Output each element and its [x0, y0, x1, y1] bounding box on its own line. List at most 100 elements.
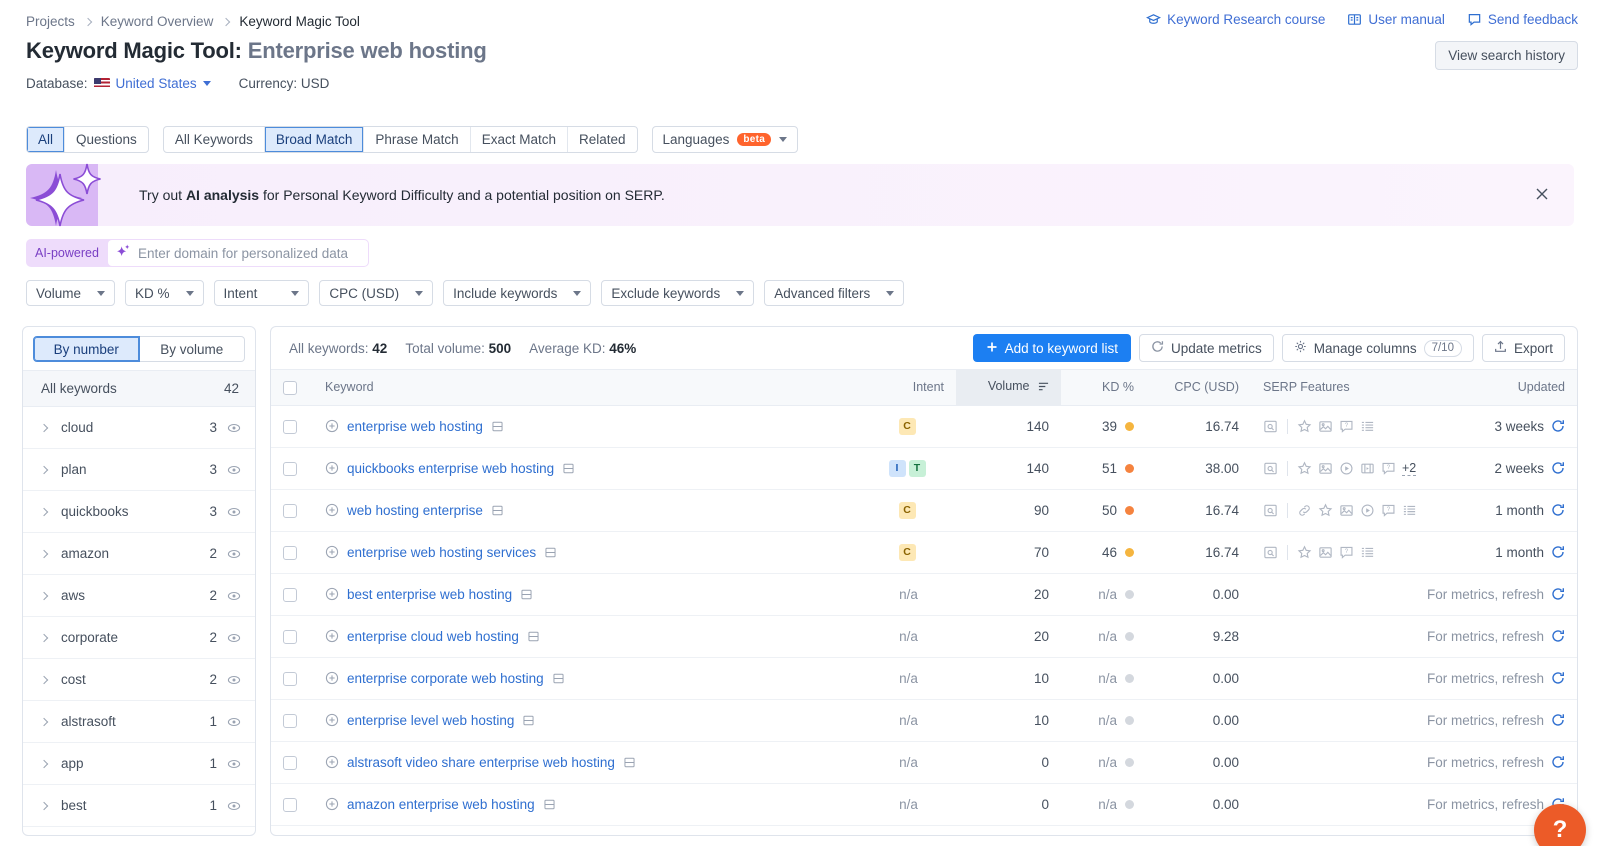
tab-phrase-match[interactable]: Phrase Match — [364, 127, 471, 152]
keyword-link[interactable]: enterprise cloud web hosting — [347, 629, 519, 644]
tab-exact-match[interactable]: Exact Match — [471, 127, 568, 152]
image-icon[interactable] — [1318, 461, 1333, 476]
sidebar-item-cloud[interactable]: cloud 3 — [23, 407, 255, 449]
refresh-icon[interactable] — [1551, 545, 1565, 559]
table-row[interactable]: amazon enterprise web hosting n/a 0 n/a 0.00… — [271, 783, 1577, 826]
keyword-serp-icon[interactable] — [543, 798, 556, 811]
help-button[interactable]: ? — [1534, 804, 1586, 846]
video-icon[interactable] — [1339, 461, 1354, 476]
table-row[interactable]: alstrasoft video share enterprise web ho… — [271, 741, 1577, 784]
row-checkbox[interactable] — [283, 503, 297, 518]
table-row[interactable]: enterprise cloud web hosting n/a 20 n/a 9.28… — [271, 615, 1577, 658]
intent-badge-I[interactable]: I — [888, 459, 906, 477]
select-all-checkbox[interactable] — [283, 380, 297, 395]
chevron-right-icon[interactable] — [39, 759, 49, 768]
link-icon[interactable] — [1297, 503, 1312, 518]
star-icon[interactable] — [1297, 544, 1312, 560]
breadcrumb-item-projects[interactable]: Projects — [26, 14, 75, 29]
row-checkbox[interactable] — [283, 419, 297, 434]
column-cpc[interactable]: CPC (USD) — [1146, 370, 1251, 406]
row-checkbox[interactable] — [283, 713, 297, 728]
add-keyword-icon[interactable] — [325, 545, 339, 559]
star-icon[interactable] — [1318, 502, 1333, 518]
filter-include-keywords[interactable]: Include keywords — [443, 280, 592, 306]
send-feedback-link[interactable]: Send feedback — [1467, 12, 1578, 27]
eye-icon[interactable] — [227, 757, 241, 771]
keyword-link[interactable]: quickbooks enterprise web hosting — [347, 461, 554, 476]
chevron-right-icon[interactable] — [39, 507, 49, 516]
table-row[interactable]: enterprise corporate web hosting n/a 10 n/a… — [271, 657, 1577, 700]
refresh-icon[interactable] — [1551, 713, 1565, 727]
row-checkbox[interactable] — [283, 545, 297, 560]
faq-icon[interactable]: ? — [1381, 461, 1396, 476]
sidebar-item-app[interactable]: app 1 — [23, 743, 255, 785]
eye-icon[interactable] — [227, 547, 241, 561]
eye-icon[interactable] — [227, 799, 241, 813]
keyword-serp-icon[interactable] — [623, 756, 636, 769]
sidebar-item-aws[interactable]: aws 2 — [23, 575, 255, 617]
keyword-serp-icon[interactable] — [562, 462, 575, 475]
faq-icon[interactable]: ? — [1339, 419, 1354, 434]
tab-all[interactable]: All — [27, 127, 66, 152]
table-row[interactable]: best enterprise web hosting n/a 20 n/a 0.00 F… — [271, 573, 1577, 616]
image-icon[interactable] — [1339, 503, 1354, 518]
video-icon[interactable] — [1360, 503, 1375, 518]
keyword-serp-icon[interactable] — [527, 630, 540, 643]
chevron-right-icon[interactable] — [39, 717, 49, 726]
intent-badge-T[interactable]: T — [908, 459, 926, 477]
table-row[interactable]: web hosting enterprise C 90 50 16.74? 1 month — [271, 489, 1577, 532]
column-serp-features[interactable]: SERP Features — [1251, 370, 1466, 406]
search-preview-icon[interactable] — [1263, 503, 1278, 518]
breadcrumb-item-keyword-overview[interactable]: Keyword Overview — [101, 14, 214, 29]
intent-badge-C[interactable]: C — [898, 543, 916, 561]
list-icon[interactable] — [1360, 545, 1375, 560]
chevron-right-icon[interactable] — [39, 423, 49, 432]
chevron-right-icon[interactable] — [39, 675, 49, 684]
tab-questions[interactable]: Questions — [65, 127, 148, 152]
add-keyword-icon[interactable] — [325, 671, 339, 685]
database-selector[interactable]: Database: United States — [26, 76, 211, 91]
toggle-by-volume[interactable]: By volume — [139, 336, 245, 362]
tab-all-keywords[interactable]: All Keywords — [164, 127, 265, 152]
user-manual-link[interactable]: User manual — [1347, 12, 1445, 27]
refresh-icon[interactable] — [1551, 419, 1565, 433]
star-icon[interactable] — [1297, 460, 1312, 476]
chevron-right-icon[interactable] — [39, 465, 49, 474]
filter-intent[interactable]: Intent — [213, 280, 310, 306]
row-checkbox[interactable] — [283, 461, 297, 476]
row-checkbox[interactable] — [283, 629, 297, 644]
export-button[interactable]: Export — [1481, 334, 1565, 362]
sidebar-item-cost[interactable]: cost 2 — [23, 659, 255, 701]
filter-advanced[interactable]: Advanced filters — [764, 280, 905, 306]
keyword-serp-icon[interactable] — [522, 714, 535, 727]
view-search-history-button[interactable]: View search history — [1435, 41, 1578, 70]
keyword-serp-icon[interactable] — [491, 504, 504, 517]
refresh-icon[interactable] — [1551, 629, 1565, 643]
column-kd[interactable]: KD % — [1061, 370, 1146, 406]
intent-badge-C[interactable]: C — [898, 417, 916, 435]
tab-broad-match[interactable]: Broad Match — [264, 127, 365, 152]
image-icon[interactable] — [1318, 545, 1333, 560]
eye-icon[interactable] — [227, 715, 241, 729]
add-keyword-icon[interactable] — [325, 713, 339, 727]
refresh-icon[interactable] — [1551, 503, 1565, 517]
search-preview-icon[interactable] — [1263, 461, 1278, 476]
keyword-link[interactable]: alstrasoft video share enterprise web ho… — [347, 755, 615, 770]
eye-icon[interactable] — [227, 421, 241, 435]
refresh-icon[interactable] — [1551, 461, 1565, 475]
keyword-link[interactable]: enterprise web hosting services — [347, 545, 536, 560]
add-keyword-icon[interactable] — [325, 797, 339, 811]
languages-dropdown[interactable]: Languages beta — [651, 126, 799, 153]
table-row[interactable]: quickbooks enterprise web hosting I T 140 51… — [271, 447, 1577, 490]
add-keyword-icon[interactable] — [325, 629, 339, 643]
sidebar-item-amazon[interactable]: amazon 2 — [23, 533, 255, 575]
close-icon[interactable] — [1534, 186, 1552, 204]
faq-icon[interactable]: ? — [1381, 503, 1396, 518]
list-icon[interactable] — [1402, 503, 1417, 518]
eye-icon[interactable] — [227, 673, 241, 687]
eye-icon[interactable] — [227, 589, 241, 603]
search-preview-icon[interactable] — [1263, 545, 1278, 560]
faq-icon[interactable]: ? — [1339, 545, 1354, 560]
table-row[interactable]: enterprise level web hosting n/a 10 n/a 0.00… — [271, 699, 1577, 742]
filter-cpc[interactable]: CPC (USD) — [319, 280, 434, 306]
